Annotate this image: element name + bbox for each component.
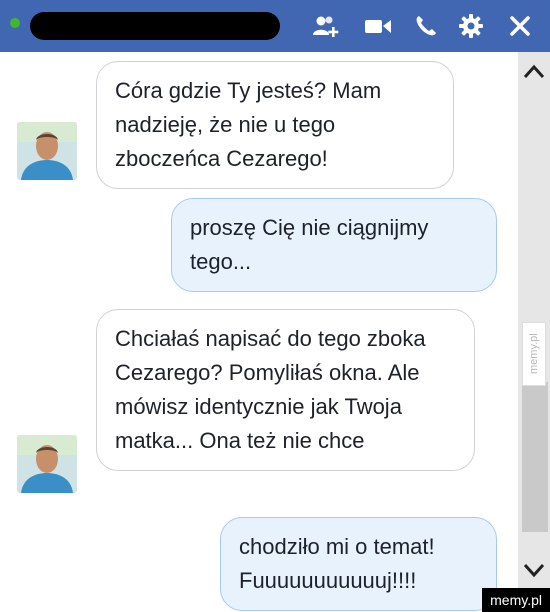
chevron-up-icon[interactable] <box>522 62 546 82</box>
outgoing-message-bubble: proszę Cię nie ciągnijmy tego... <box>171 198 497 292</box>
message-text: Chciałaś napisać do tego zboka Cezarego?… <box>115 326 426 453</box>
contact-avatar[interactable] <box>17 435 77 493</box>
incoming-message-bubble: Córa gdzie Ty jesteś? Mam nadzieję, że n… <box>96 61 454 189</box>
video-call-icon[interactable] <box>364 12 392 40</box>
outgoing-message-bubble: chodziło mi o temat! Fuuuuuuuuuuuj!!!! <box>220 517 497 611</box>
message-text: chodziło mi o temat! Fuuuuuuuuuuuj!!!! <box>239 534 435 593</box>
message-text: Córa gdzie Ty jesteś? Mam nadzieję, że n… <box>115 78 382 171</box>
contact-avatar[interactable] <box>17 122 77 180</box>
chevron-down-icon[interactable] <box>522 560 546 580</box>
contact-name-redacted[interactable] <box>30 12 280 40</box>
scrollbar-thumb[interactable] <box>522 382 548 532</box>
message-text: proszę Cię nie ciągnijmy tego... <box>190 215 429 274</box>
online-status-dot <box>10 18 20 28</box>
add-people-icon[interactable] <box>312 12 340 40</box>
watermark-corner: memy.pl <box>482 588 550 612</box>
phone-icon[interactable] <box>412 12 440 40</box>
watermark-side: memy.pl <box>522 322 546 386</box>
message-list[interactable]: Córa gdzie Ty jesteś? Mam nadzieję, że n… <box>0 52 550 612</box>
chat-titlebar <box>0 0 550 52</box>
gear-icon[interactable] <box>457 12 485 40</box>
close-icon[interactable] <box>506 12 534 40</box>
incoming-message-bubble: Chciałaś napisać do tego zboka Cezarego?… <box>96 309 475 471</box>
